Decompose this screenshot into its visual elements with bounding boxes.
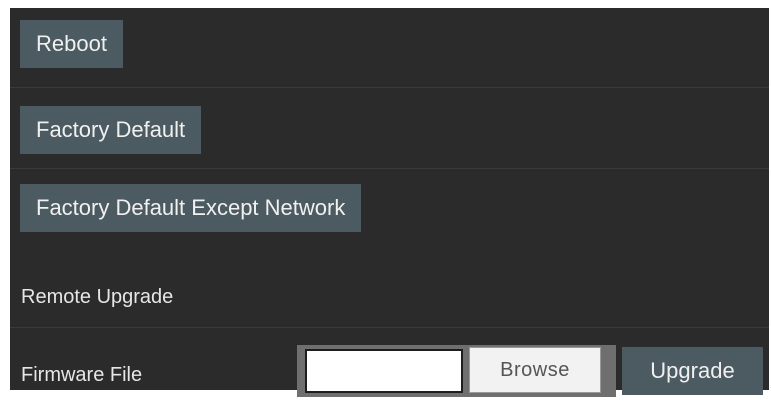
firmware-file-picker: Browse xyxy=(297,345,616,397)
maintenance-panel: Reboot Factory Default Factory Default E… xyxy=(10,8,769,397)
reboot-button[interactable]: Reboot xyxy=(20,20,123,68)
factory-default-except-network-button[interactable]: Factory Default Except Network xyxy=(20,184,362,232)
divider xyxy=(10,87,769,88)
remote-upgrade-heading: Remote Upgrade xyxy=(21,286,174,308)
upgrade-button[interactable]: Upgrade xyxy=(622,347,763,395)
divider xyxy=(10,327,769,328)
firmware-file-input[interactable] xyxy=(305,349,463,393)
firmware-file-label: Firmware File xyxy=(21,364,143,386)
browse-button[interactable]: Browse xyxy=(469,347,601,393)
divider xyxy=(10,168,769,169)
factory-default-button[interactable]: Factory Default xyxy=(20,106,202,154)
